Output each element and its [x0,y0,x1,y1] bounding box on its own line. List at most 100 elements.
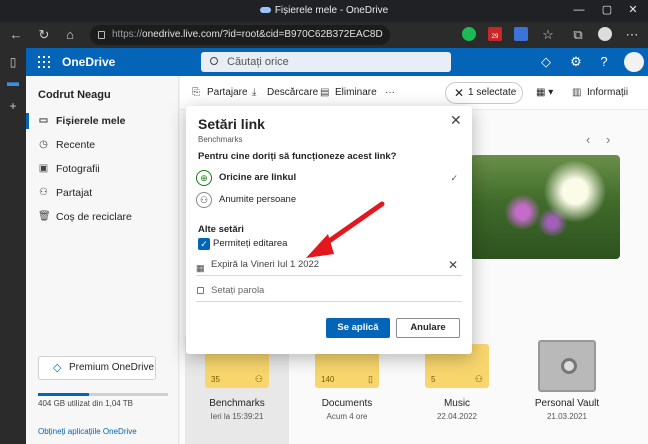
account-avatar[interactable] [624,52,644,72]
tile-date: Acum 4 ore [326,412,368,421]
expiration-date-field[interactable]: ▦ Expiră la Vineri Iul 1 2022 ✕ [196,256,462,276]
people-icon: ⚇ [39,187,48,198]
info-button[interactable]: ▥ Informații [572,87,628,98]
maximize-button[interactable]: ▢ [600,3,614,17]
download-button[interactable]: ⤓ Descărcare [252,87,318,98]
url-scheme: https:// [112,29,143,40]
sidebar-item-photos[interactable]: ▣ Fotografii [26,158,179,180]
premium-diamond-icon[interactable]: ◇ [538,54,554,70]
onedrive-header: OneDrive Căutați orice ◇ ⚙ ? [26,48,648,76]
sidebar-item-my-files[interactable]: ▭ Fișierele mele [26,110,179,132]
close-window-button[interactable]: ✕ [626,3,640,17]
clear-selection-icon[interactable]: ✕ [454,83,464,103]
browser-navbar: ← ↻ ⌂ https://onedrive.live.com/?id=root… [0,22,648,48]
trash-icon: 🗑 [38,211,51,222]
storage-bar [38,393,168,396]
sidebar-item-label: Fișierele mele [56,115,126,127]
search-placeholder: Căutați orice [227,56,289,68]
sidebar-item-recycle-bin[interactable]: 🗑 Coș de reciclare [26,206,179,228]
delete-label: Eliminare [335,87,377,98]
premium-onedrive-button[interactable]: ◇ Premium OneDrive [38,356,156,380]
tab-actions-icon[interactable]: ▯ [7,56,19,68]
folder-icon: ▭ [38,115,49,126]
calendar-icon: ▦ [196,263,205,273]
selection-pill[interactable]: ✕ 1 selectate [445,82,523,104]
lock-icon [98,31,105,39]
apply-button[interactable]: Se aplică [326,318,390,338]
vault-dial [561,358,577,374]
info-icon: ▥ [572,87,582,98]
settings-gear-icon[interactable]: ⚙ [568,54,584,70]
diamond-icon: ◇ [53,362,62,374]
user-name: Codrut Neagu [38,89,111,101]
item-count: 140 [321,375,335,384]
option-specific-people[interactable]: ⚇ Anumite persoane [192,189,466,211]
tile-date: 22.04.2022 [436,412,478,421]
command-bar: ⎘ Partajare ⤓ Descărcare ▤ Eliminare ··· ✕ 1… [180,76,648,110]
share-label: Partajare [207,87,248,98]
allow-editing-checkbox[interactable]: ✓ Permiteți editarea [198,237,287,251]
sidebar-item-label: Partajat [56,187,93,199]
tile-name: Benchmarks [209,398,265,409]
clear-date-icon[interactable]: ✕ [448,256,458,274]
address-bar[interactable]: https://onedrive.live.com/?id=root&cid=B… [90,25,390,45]
home-button[interactable]: ⌂ [62,27,78,43]
featured-photo[interactable] [470,155,620,259]
allow-editing-label: Permiteți editarea [213,238,288,249]
item-count: 35 [211,375,220,384]
selection-count: 1 selectate [468,87,517,98]
tile-name: Personal Vault [534,398,600,409]
app-title[interactable]: OneDrive [62,55,115,69]
minimize-button[interactable]: — [572,3,586,17]
search-input[interactable]: Căutați orice [201,52,451,72]
sidebar-item-shared[interactable]: ⚇ Partajat [26,182,179,204]
browser-titlebar: Fișierele mele - OneDrive — ▢ ✕ [0,0,648,22]
download-icon: ⤓ [252,87,257,98]
storage-text[interactable]: 404 GB utilizat din 1,04 TB [38,399,133,408]
new-tab-icon[interactable]: + [7,100,19,112]
collections-icon[interactable]: ⧉ [570,27,586,43]
option-label: Oricine are linkul [219,172,297,183]
delete-button[interactable]: ▤ Eliminare [320,87,377,98]
shield-extension-icon[interactable] [514,27,528,41]
get-apps-link[interactable]: Obțineți aplicațiile OneDrive [38,427,137,436]
sidebar-item-label: Recente [56,139,96,151]
sidebar-item-recent[interactable]: ◷ Recente [26,134,179,156]
checkbox-checked-icon[interactable]: ✓ [198,238,210,250]
link-settings-dialog: Setări link Benchmarks ✕ Pentru cine dor… [186,106,472,354]
onedrive-cloud-icon [259,7,271,14]
carousel-prev-icon[interactable]: ‹ [586,132,590,147]
favorites-icon[interactable]: ☆ [540,27,556,43]
url-text: onedrive.live.com/?id=root&cid=B970C62B3… [142,29,383,40]
onedrive-tab-icon[interactable]: ▬ [7,76,19,88]
help-icon[interactable]: ? [596,54,612,70]
menu-icon[interactable]: ⋯ [624,27,640,43]
more-button[interactable]: ··· [385,87,395,98]
carousel-next-icon[interactable]: › [606,132,610,147]
tile-date: Ieri la 15:39:21 [210,412,264,421]
dialog-question: Pentru cine doriți să funcționeze acest … [198,151,397,162]
refresh-button[interactable]: ↻ [36,27,52,43]
item-count: 5 [431,375,436,384]
extension-icon[interactable] [462,27,476,41]
password-field[interactable]: Setați parola [196,282,462,302]
option-anyone-with-link[interactable]: ⊕ Oricine are linkul ✓ [192,167,466,189]
premium-label: Premium OneDrive [69,362,155,373]
close-icon[interactable]: ✕ [450,112,462,129]
tile-date: 21.03.2021 [546,412,588,421]
browser-sidebar-rail: ▯ ▬ + [0,48,26,444]
share-button[interactable]: ⎘ Partajare [192,87,248,98]
profile-avatar[interactable] [598,27,612,41]
dialog-subtitle: Benchmarks [198,135,243,144]
view-options-button[interactable]: ▦ ▾ [536,87,553,98]
storage-fill [38,393,89,396]
app-launcher-icon[interactable] [38,56,50,68]
sidebar-item-label: Fotografii [56,163,100,175]
cancel-button[interactable]: Anulare [396,318,460,338]
option-label: Anumite persoane [219,194,297,205]
calendar-extension-icon[interactable]: 29 [488,27,502,41]
window-title: Fișierele mele - OneDrive [0,5,648,16]
expires-date: Vineri Iul 1 2022 [250,259,320,270]
folder-tile-personal-vault[interactable]: Personal Vault 21.03.2021 [515,336,619,444]
back-button[interactable]: ← [8,27,24,43]
